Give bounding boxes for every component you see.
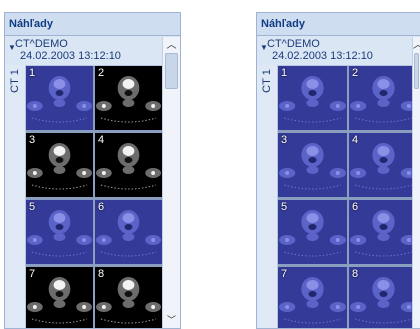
- thumbnail-number: 7: [281, 268, 288, 280]
- series-header[interactable]: ▼ CT^DEMO 24.02.2003 13:12:10: [257, 36, 420, 66]
- thumbnail-number: 8: [98, 268, 105, 280]
- thumbnail[interactable]: 2: [95, 66, 162, 130]
- thumbnail[interactable]: 8: [95, 267, 162, 328]
- thumbnails-panel-right: Náhľady ▼ CT^DEMO 24.02.2003 13:12:10 CT…: [256, 12, 420, 329]
- thumbnail[interactable]: 4: [349, 133, 418, 197]
- thumbnail[interactable]: 5: [26, 200, 93, 264]
- series-name: CT^DEMO: [15, 38, 68, 50]
- thumbnail-number: 2: [352, 67, 359, 79]
- scrollbar[interactable]: ︿ ﹀: [162, 37, 180, 328]
- thumbnail[interactable]: 3: [26, 133, 93, 197]
- series-header[interactable]: ▼ CT^DEMO 24.02.2003 13:12:10: [5, 36, 180, 66]
- thumbnail[interactable]: 5: [278, 200, 347, 264]
- chevron-up-icon[interactable]: ︿: [413, 39, 420, 53]
- thumbnail-number: 5: [29, 201, 36, 213]
- thumbnail[interactable]: 1: [278, 66, 347, 130]
- thumbnail-number: 1: [281, 67, 288, 79]
- thumbnail-number: 4: [352, 134, 359, 146]
- thumbnail[interactable]: 6: [95, 200, 162, 264]
- thumbnail-number: 6: [352, 201, 359, 213]
- series-date: 24.02.2003 13:12:10: [272, 50, 373, 62]
- scrollbar-thumb[interactable]: [165, 53, 178, 89]
- panel-title: Náhľady: [257, 13, 420, 36]
- thumbnail[interactable]: 3: [278, 133, 347, 197]
- thumbnail-number: 4: [98, 134, 105, 146]
- chevron-down-icon[interactable]: ﹀: [163, 314, 180, 326]
- thumbnail-number: 8: [352, 268, 359, 280]
- series-date: 24.02.2003 13:12:10: [20, 50, 121, 62]
- thumbnail-number: 3: [281, 134, 288, 146]
- thumbnail-number: 1: [29, 67, 36, 79]
- thumbnail[interactable]: 1: [26, 66, 93, 130]
- series-tab[interactable]: CT 1: [5, 65, 26, 328]
- thumbnail[interactable]: 7: [278, 267, 347, 328]
- thumbnail[interactable]: 4: [95, 133, 162, 197]
- thumbnail[interactable]: 2: [349, 66, 418, 130]
- thumbnail-grid: 1 2 3 4 5 6 7 8: [26, 66, 162, 328]
- series-name: CT^DEMO: [267, 38, 320, 50]
- scrollbar-thumb[interactable]: [414, 53, 419, 89]
- series-tab-label: CT 1: [9, 69, 21, 93]
- panel-title: Náhľady: [5, 13, 180, 36]
- scrollbar[interactable]: ︿: [412, 37, 420, 328]
- thumbnail-grid: 1 2 3 4 5 6 7 8: [278, 66, 418, 328]
- thumbnail[interactable]: 7: [26, 267, 93, 328]
- thumbnail[interactable]: 6: [349, 200, 418, 264]
- chevron-up-icon[interactable]: ︿: [163, 39, 180, 53]
- series-tab[interactable]: CT 1: [257, 65, 278, 328]
- thumbnails-panel-left: Náhľady ▼ CT^DEMO 24.02.2003 13:12:10 CT…: [4, 12, 181, 329]
- thumbnail-number: 3: [29, 134, 36, 146]
- thumbnail-number: 2: [98, 67, 105, 79]
- thumbnail-number: 5: [281, 201, 288, 213]
- thumbnail-number: 7: [29, 268, 36, 280]
- thumbnail-number: 6: [98, 201, 105, 213]
- thumbnail[interactable]: 8: [349, 267, 418, 328]
- series-tab-label: CT 1: [261, 69, 273, 93]
